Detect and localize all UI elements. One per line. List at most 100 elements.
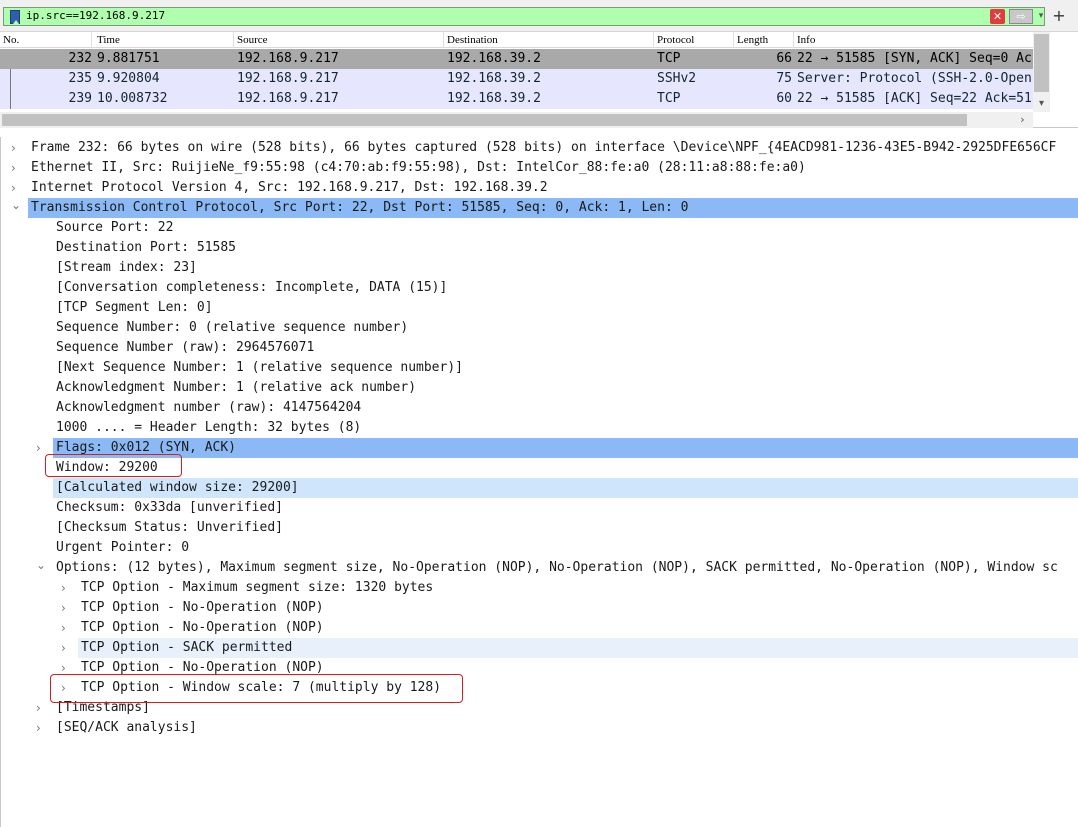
expand-chevron-icon[interactable]: › xyxy=(61,578,73,598)
packet-cell-dst: 192.168.39.2 xyxy=(447,51,541,66)
scrollbar-thumb[interactable] xyxy=(2,114,967,126)
detail-tree-text: TCP Option - Maximum segment size: 1320 … xyxy=(81,580,434,595)
column-header-source[interactable]: Source xyxy=(234,32,444,48)
apply-filter-button[interactable]: ⇨ xyxy=(1009,9,1033,24)
scrollbar-thumb[interactable] xyxy=(1034,34,1049,92)
detail-tree-text: [TCP Segment Len: 0] xyxy=(56,300,213,315)
bookmark-icon[interactable] xyxy=(10,10,20,24)
packet-cell-time: 9.881751 xyxy=(97,51,160,66)
packet-cell-info: 22 → 51585 [ACK] Seq=22 Ack=51 xyxy=(797,91,1032,106)
expand-chevron-icon[interactable]: › xyxy=(11,158,23,178)
packet-cell-src: 192.168.9.217 xyxy=(237,51,339,66)
chevron-down-icon[interactable]: ▾ xyxy=(1036,9,1046,24)
detail-tree-text: TCP Option - No-Operation (NOP) xyxy=(81,620,324,635)
detail-tree-item[interactable]: › Internet Protocol Version 4, Src: 192.1… xyxy=(1,178,1078,198)
packet-cell-proto: TCP xyxy=(657,91,681,106)
column-header-protocol[interactable]: Protocol xyxy=(654,32,734,48)
filter-text[interactable]: ip.src==192.168.9.217 xyxy=(26,9,165,22)
detail-tree-text: Options: (12 bytes), Maximum segment siz… xyxy=(56,560,1058,575)
detail-tree-text: [Calculated window size: 29200] xyxy=(53,478,1078,498)
detail-tree-text: Sequence Number: 0 (relative sequence nu… xyxy=(56,320,409,335)
packet-cell-no: 232 xyxy=(68,51,92,66)
detail-tree-item[interactable]: Acknowledgment Number: 1 (relative ack n… xyxy=(1,378,1078,398)
packet-row[interactable]: 239 10.008732 192.168.9.217 192.168.39.2 TCP… xyxy=(0,89,1033,109)
display-filter-toolbar: ip.src==192.168.9.217 ✕ ⇨ ▾ + xyxy=(0,0,1078,32)
expand-chevron-icon[interactable]: › xyxy=(36,718,48,738)
expand-chevron-icon[interactable]: › xyxy=(36,698,48,718)
detail-tree-item[interactable]: Acknowledgment number (raw): 4147564204 xyxy=(1,398,1078,418)
detail-tree-text: [Next Sequence Number: 1 (relative seque… xyxy=(56,360,463,375)
packet-list-horizontal-scrollbar[interactable]: › xyxy=(0,112,1033,128)
collapse-chevron-icon[interactable]: ⌄ xyxy=(11,198,23,215)
detail-tree-item[interactable]: › [SEQ/ACK analysis] xyxy=(1,718,1078,738)
detail-tree-text: [Stream index: 23] xyxy=(56,260,197,275)
packet-cell-len: 60 xyxy=(776,91,792,106)
detail-tree-text: 1000 .... = Header Length: 32 bytes (8) xyxy=(56,420,362,435)
column-header-no[interactable]: No. xyxy=(0,32,92,48)
column-header-time[interactable]: Time xyxy=(94,32,234,48)
detail-tree-item[interactable]: [Conversation completeness: Incomplete, … xyxy=(1,278,1078,298)
column-header-destination[interactable]: Destination xyxy=(444,32,654,48)
detail-tree-item[interactable]: › TCP Option - No-Operation (NOP) xyxy=(1,618,1078,638)
packet-cell-src: 192.168.9.217 xyxy=(237,71,339,86)
detail-tree-text: Transmission Control Protocol, Src Port:… xyxy=(28,198,1078,218)
scroll-right-icon[interactable]: › xyxy=(1014,112,1031,128)
detail-tree-item[interactable]: › TCP Option - SACK permitted xyxy=(1,638,1078,658)
display-filter-input[interactable]: ip.src==192.168.9.217 ✕ ⇨ ▾ xyxy=(3,7,1045,26)
detail-tree-item[interactable]: [Next Sequence Number: 1 (relative seque… xyxy=(1,358,1078,378)
packet-cell-no: 235 xyxy=(68,71,92,86)
detail-tree-item[interactable]: ⌄ Transmission Control Protocol, Src Port… xyxy=(1,198,1078,218)
packet-cell-no: 239 xyxy=(68,91,92,106)
detail-tree-item[interactable]: [Checksum Status: Unverified] xyxy=(1,518,1078,538)
detail-tree-item[interactable]: › Frame 232: 66 bytes on wire (528 bits),… xyxy=(1,138,1078,158)
detail-tree-item[interactable]: Sequence Number: 0 (relative sequence nu… xyxy=(1,318,1078,338)
detail-tree-text: Destination Port: 51585 xyxy=(56,240,237,255)
detail-tree-item[interactable]: Urgent Pointer: 0 xyxy=(1,538,1078,558)
packet-cell-len: 75 xyxy=(776,71,792,86)
expand-chevron-icon[interactable]: › xyxy=(11,138,23,158)
detail-tree-item[interactable]: [Stream index: 23] xyxy=(1,258,1078,278)
annotation-box-window xyxy=(45,454,182,477)
expand-chevron-icon[interactable]: › xyxy=(61,638,73,658)
column-header-length[interactable]: Length xyxy=(734,32,794,48)
packet-list-header: No. Time Source Destination Protocol Len… xyxy=(0,32,1033,48)
column-header-info[interactable]: Info xyxy=(794,32,1033,48)
detail-tree-item[interactable]: [Calculated window size: 29200] xyxy=(1,478,1078,498)
detail-tree-item[interactable]: 1000 .... = Header Length: 32 bytes (8) xyxy=(1,418,1078,438)
detail-tree-item[interactable]: Source Port: 22 xyxy=(1,218,1078,238)
packet-row[interactable]: 235 9.920804 192.168.9.217 192.168.39.2 SSHv… xyxy=(0,69,1033,89)
detail-tree-item[interactable]: Sequence Number (raw): 2964576071 xyxy=(1,338,1078,358)
packet-cell-time: 9.920804 xyxy=(97,71,160,86)
expand-chevron-icon[interactable]: › xyxy=(61,618,73,638)
detail-tree-text: TCP Option - SACK permitted xyxy=(78,638,1078,658)
detail-tree-text: Acknowledgment number (raw): 4147564204 xyxy=(56,400,362,415)
detail-tree-text: [Conversation completeness: Incomplete, … xyxy=(56,280,448,295)
detail-tree-text: Sequence Number (raw): 2964576071 xyxy=(56,340,315,355)
add-filter-button[interactable]: + xyxy=(1050,6,1068,26)
collapse-chevron-icon[interactable]: ⌄ xyxy=(36,558,48,575)
detail-tree-item[interactable]: › TCP Option - No-Operation (NOP) xyxy=(1,598,1078,618)
detail-tree-text: Frame 232: 66 bytes on wire (528 bits), … xyxy=(31,140,1057,155)
packet-list: No. Time Source Destination Protocol Len… xyxy=(0,32,1078,128)
detail-tree-text: Internet Protocol Version 4, Src: 192.16… xyxy=(31,180,548,195)
packet-cell-time: 10.008732 xyxy=(97,91,168,106)
packet-row[interactable]: 232 9.881751 192.168.9.217 192.168.39.2 TCP 6… xyxy=(0,49,1033,69)
detail-tree-text: [Checksum Status: Unverified] xyxy=(56,520,283,535)
detail-tree-item[interactable]: Destination Port: 51585 xyxy=(1,238,1078,258)
detail-tree-item[interactable]: › TCP Option - Maximum segment size: 1320… xyxy=(1,578,1078,598)
expand-chevron-icon[interactable]: › xyxy=(61,598,73,618)
detail-tree-item[interactable]: › Ethernet II, Src: RuijieNe_f9:55:98 (c4… xyxy=(1,158,1078,178)
detail-tree-item[interactable]: [TCP Segment Len: 0] xyxy=(1,298,1078,318)
packet-details-tree: › Frame 232: 66 bytes on wire (528 bits),… xyxy=(0,137,1078,827)
detail-tree-text: [SEQ/ACK analysis] xyxy=(56,720,197,735)
detail-tree-text: Acknowledgment Number: 1 (relative ack n… xyxy=(56,380,417,395)
expand-chevron-icon[interactable]: › xyxy=(11,178,23,198)
detail-tree-item[interactable]: Checksum: 0x33da [unverified] xyxy=(1,498,1078,518)
clear-filter-icon[interactable]: ✕ xyxy=(990,9,1005,24)
packet-cell-proto: TCP xyxy=(657,51,681,66)
scroll-down-icon[interactable]: ▾ xyxy=(1033,96,1050,112)
packet-cell-dst: 192.168.39.2 xyxy=(447,91,541,106)
packet-cell-src: 192.168.9.217 xyxy=(237,91,339,106)
detail-tree-item[interactable]: ⌄ Options: (12 bytes), Maximum segment si… xyxy=(1,558,1078,578)
packet-cell-info: Server: Protocol (SSH-2.0-Open xyxy=(797,71,1032,86)
